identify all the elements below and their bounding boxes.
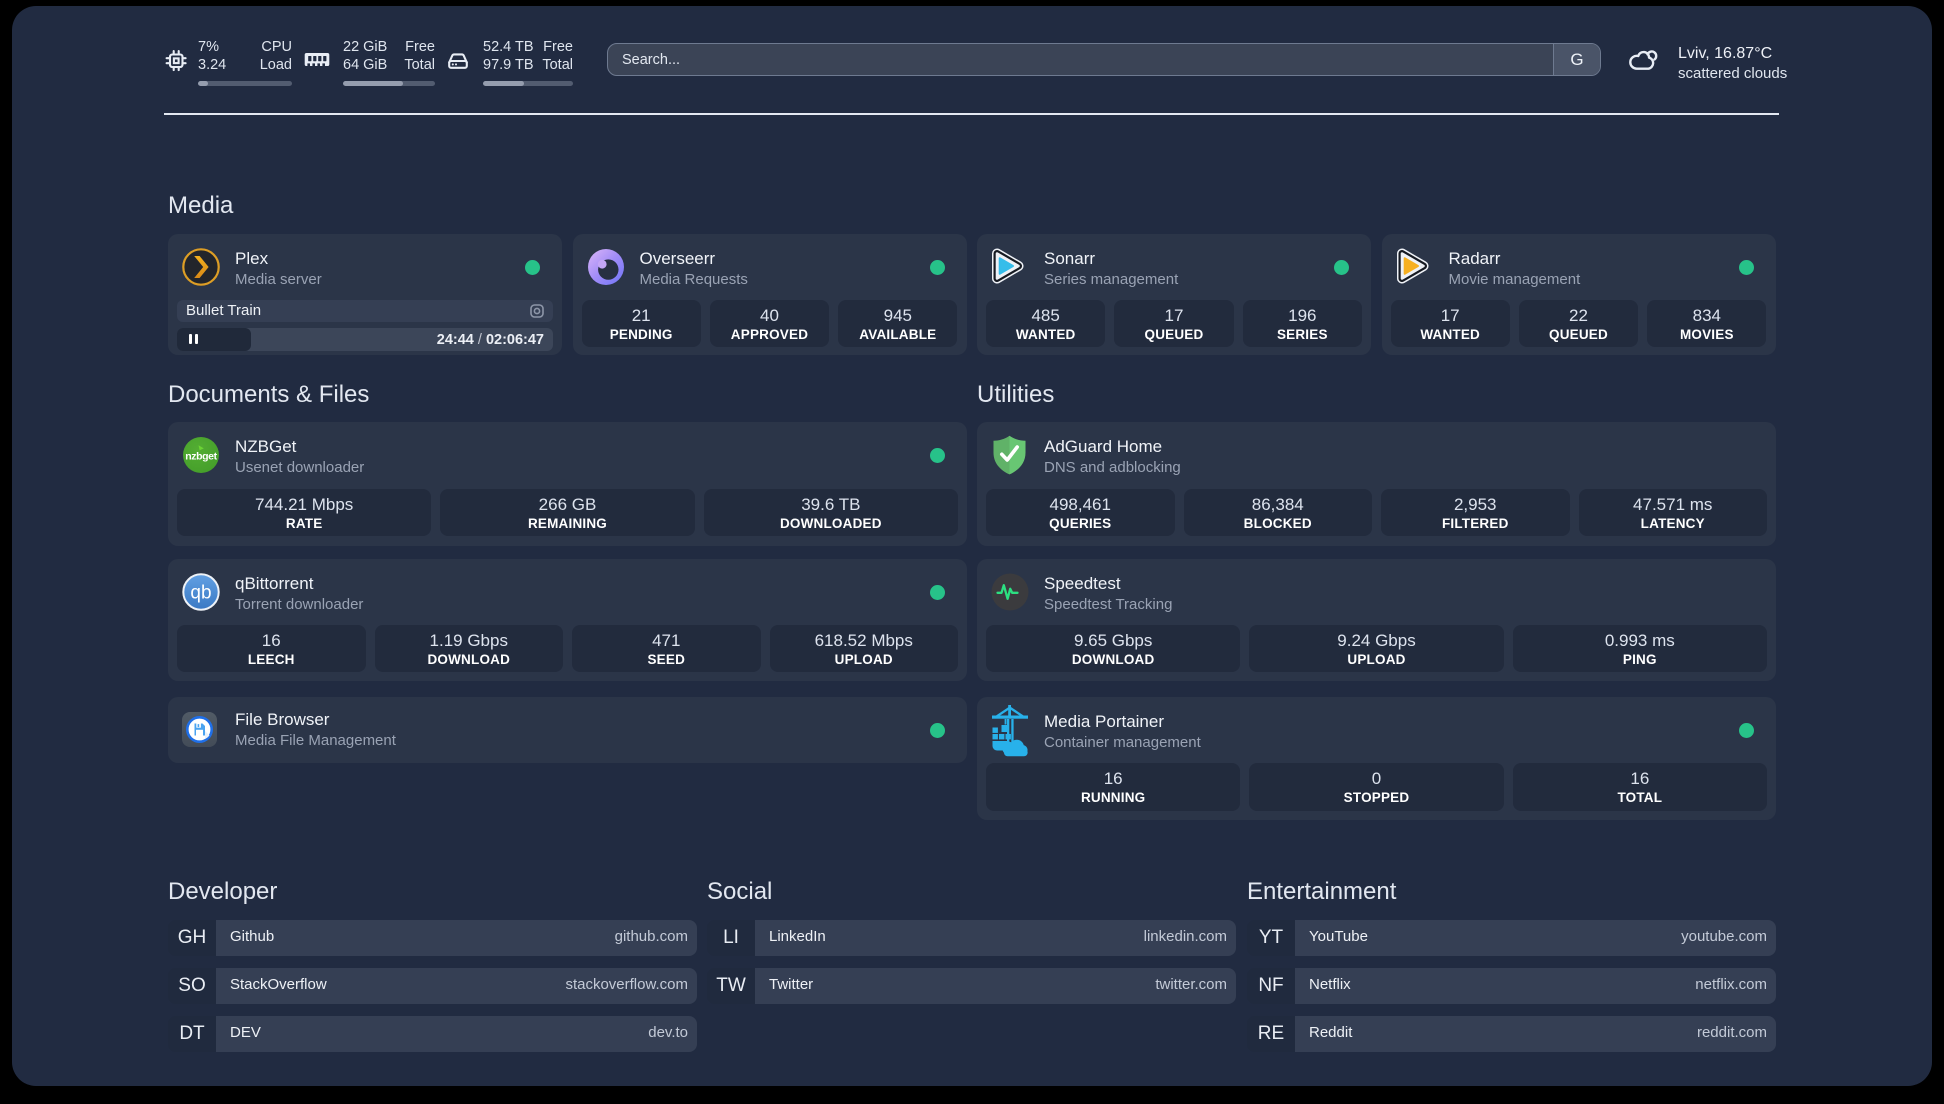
svg-text:qb: qb — [190, 583, 211, 604]
svg-text:nzbget: nzbget — [185, 451, 217, 463]
